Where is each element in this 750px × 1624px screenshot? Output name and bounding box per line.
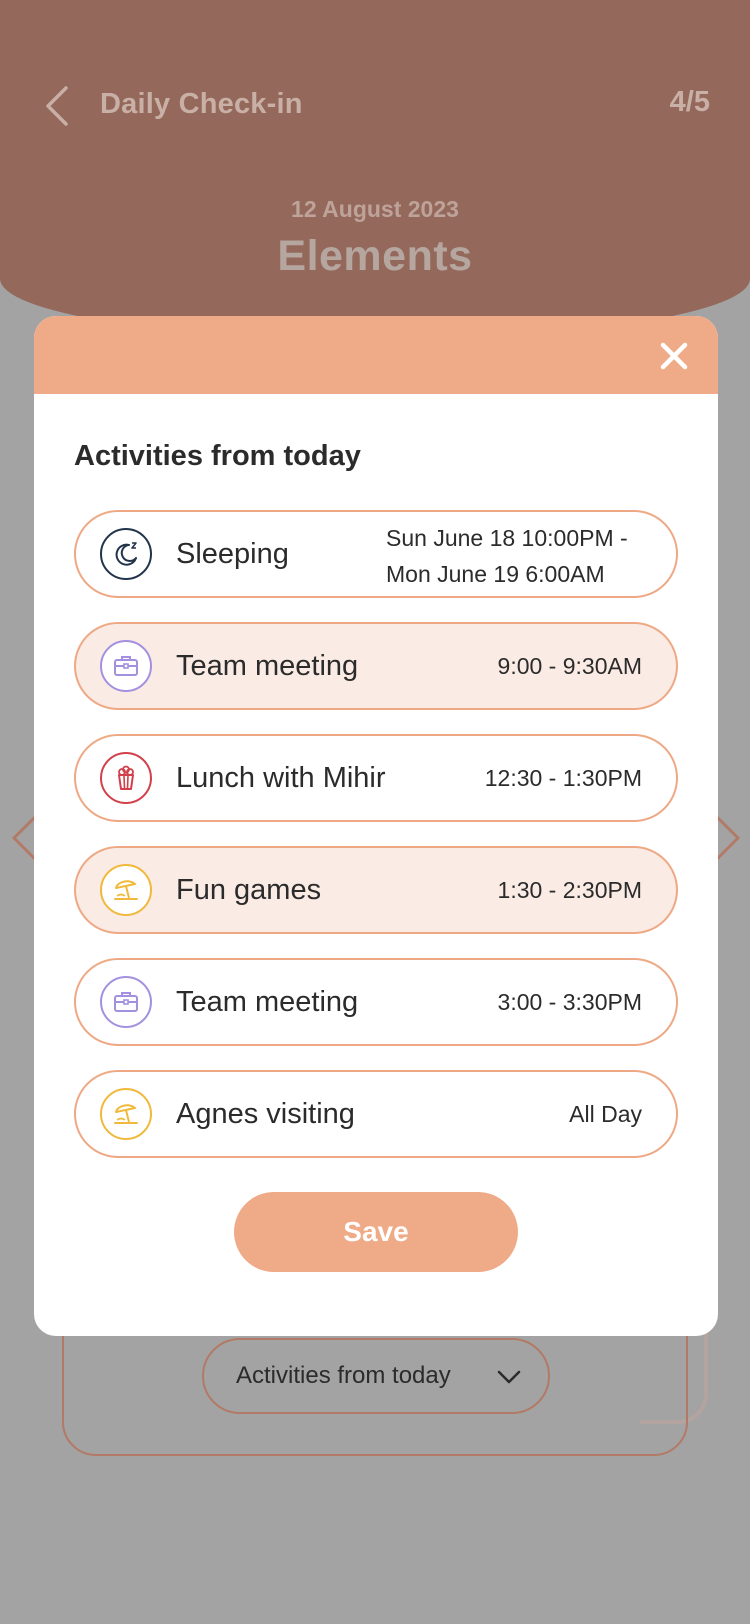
activity-item-team-meeting[interactable]: Team meeting 9:00 - 9:30AM [74, 622, 678, 710]
section-title: Elements [277, 232, 473, 280]
briefcase-icon [100, 976, 152, 1028]
activity-item-lunch[interactable]: Lunch with Mihir 12:30 - 1:30PM [74, 734, 678, 822]
activity-item-team-meeting-2[interactable]: Team meeting 3:00 - 3:30PM [74, 958, 678, 1046]
activity-name: Agnes visiting [176, 1098, 355, 1130]
step-counter: 4/5 [669, 86, 710, 118]
back-arrow-icon[interactable] [42, 84, 72, 128]
activities-modal: Activities from today Sleeping Sun June … [34, 316, 718, 1336]
activities-dropdown[interactable]: Activities from today [202, 1338, 550, 1414]
activity-name: Team meeting [176, 986, 359, 1018]
page-title: Daily Check-in [100, 88, 303, 120]
activity-name: Fun games [176, 874, 322, 906]
save-button[interactable]: Save [234, 1192, 518, 1272]
activity-item-agnes-visiting[interactable]: Agnes visiting All Day [74, 1070, 678, 1158]
activity-time: All Day [569, 1101, 642, 1127]
activity-time: 9:00 - 9:30AM [497, 653, 642, 679]
sleep-moon-icon [100, 528, 152, 580]
close-icon[interactable] [658, 340, 690, 372]
dropdown-label: Activities from today [236, 1362, 451, 1389]
activity-time: 12:30 - 1:30PM [484, 765, 642, 791]
activity-name: Team meeting [176, 650, 359, 682]
activity-time: 3:00 - 3:30PM [497, 989, 642, 1015]
beach-umbrella-icon [100, 864, 152, 916]
modal-title: Activities from today [74, 440, 361, 472]
chevron-down-icon [497, 1370, 521, 1384]
activity-item-fun-games[interactable]: Fun games 1:30 - 2:30PM [74, 846, 678, 934]
activity-time: 1:30 - 2:30PM [497, 877, 642, 903]
briefcase-icon [100, 640, 152, 692]
beach-umbrella-icon [100, 1088, 152, 1140]
activity-name: Lunch with Mihir [176, 762, 386, 794]
popcorn-icon [100, 752, 152, 804]
activity-time: Sun June 18 10:00PM - Mon June 19 6:00AM [386, 525, 628, 587]
modal-header [34, 316, 718, 394]
activity-name: Sleeping [176, 538, 289, 570]
header-background [0, 0, 750, 340]
activity-item-sleeping[interactable]: Sleeping Sun June 18 10:00PM - Mon June … [74, 510, 678, 598]
date-label: 12 August 2023 [291, 196, 459, 222]
